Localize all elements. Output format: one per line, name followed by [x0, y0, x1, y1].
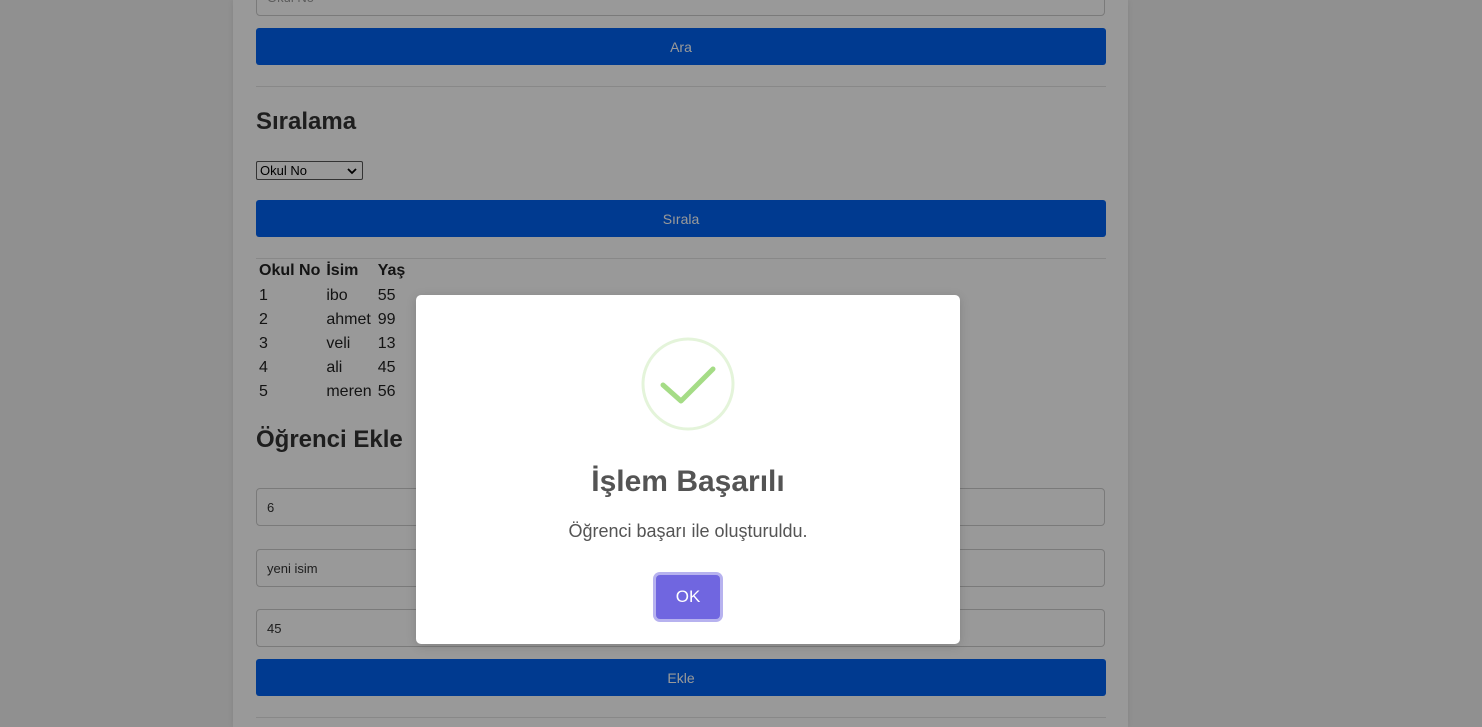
success-dialog: İşlem Başarılı Öğrenci başarı ile oluştu…: [416, 295, 960, 644]
dialog-title: İşlem Başarılı: [591, 465, 785, 498]
dialog-message: Öğrenci başarı ile oluşturuldu.: [568, 521, 808, 541]
ok-button[interactable]: OK: [656, 575, 720, 619]
page: Okul No Ara Sıralama Okul No Sırala Okul…: [0, 0, 1482, 727]
success-check-icon: [641, 337, 735, 431]
